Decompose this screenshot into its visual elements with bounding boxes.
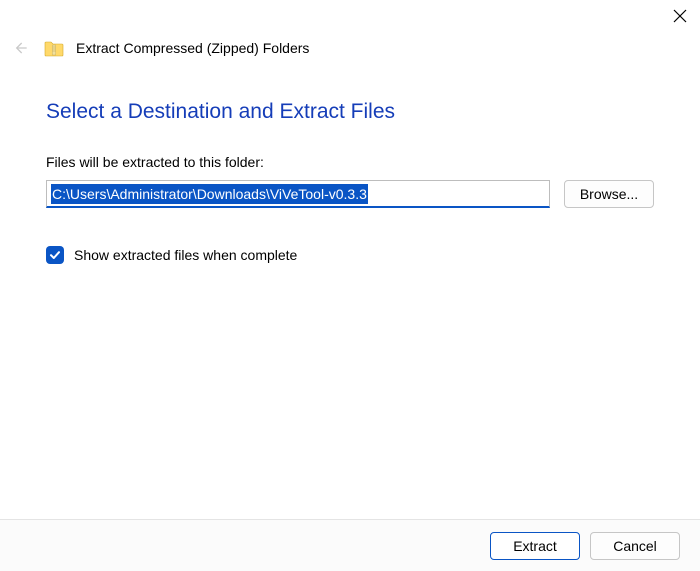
extract-button[interactable]: Extract — [490, 532, 580, 560]
destination-path-value: C:\Users\Administrator\Downloads\ViVeToo… — [51, 184, 368, 204]
dialog-content: Select a Destination and Extract Files F… — [0, 60, 700, 264]
destination-label: Files will be extracted to this folder: — [46, 154, 654, 170]
show-files-option: Show extracted files when complete — [46, 246, 654, 264]
arrow-left-icon — [10, 38, 30, 58]
browse-button[interactable]: Browse... — [564, 180, 654, 208]
show-files-checkbox[interactable] — [46, 246, 64, 264]
dialog-header: Extract Compressed (Zipped) Folders — [0, 0, 700, 60]
main-heading: Select a Destination and Extract Files — [46, 100, 654, 124]
close-icon — [673, 9, 687, 23]
dialog-title: Extract Compressed (Zipped) Folders — [76, 40, 309, 56]
back-button — [8, 36, 32, 60]
destination-input[interactable]: C:\Users\Administrator\Downloads\ViVeToo… — [46, 180, 550, 208]
checkmark-icon — [49, 249, 61, 261]
close-button[interactable] — [668, 4, 692, 28]
cancel-button[interactable]: Cancel — [590, 532, 680, 560]
zip-folder-icon — [44, 39, 64, 57]
destination-row: C:\Users\Administrator\Downloads\ViVeToo… — [46, 180, 654, 208]
show-files-label: Show extracted files when complete — [74, 247, 297, 263]
dialog-footer: Extract Cancel — [0, 519, 700, 571]
